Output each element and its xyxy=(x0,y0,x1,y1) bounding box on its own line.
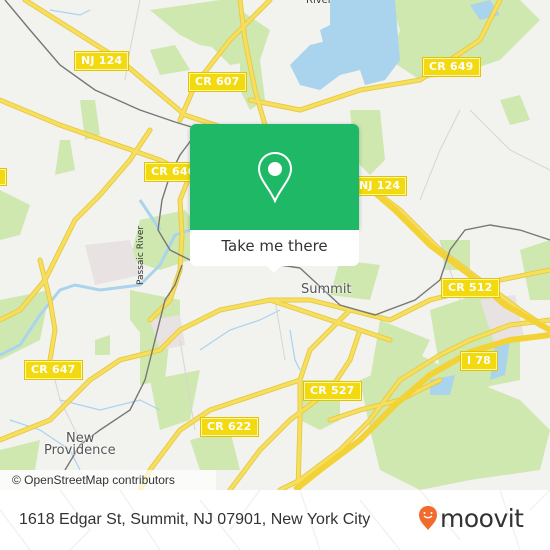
address-text: 1618 Edgar St, Summit, NJ 07901, New Yor… xyxy=(19,511,371,528)
place-label-river: River xyxy=(306,0,332,6)
popup-pointer xyxy=(265,264,283,273)
road-shield-cr512: CR 512 xyxy=(441,278,500,298)
take-me-there-button[interactable]: Take me there xyxy=(190,230,359,266)
place-label-summit: Summit xyxy=(301,282,352,297)
road-shield-cr622: CR 622 xyxy=(200,417,259,437)
moovit-logo[interactable]: moovit xyxy=(418,503,524,533)
road-shield-nj124-east: NJ 124 xyxy=(351,176,408,196)
road-shield-cr649: CR 649 xyxy=(422,57,481,77)
moovit-pin-icon xyxy=(419,506,437,530)
place-label-new-providence-2: Providence xyxy=(44,443,116,458)
road-shield-cr647: CR 647 xyxy=(24,360,83,380)
road-shield-cr607: CR 607 xyxy=(188,72,247,92)
road-shield-cr527: CR 527 xyxy=(303,381,362,401)
moovit-wordmark: moovit xyxy=(440,503,524,533)
water-label-passaic-river: Passaic River xyxy=(136,225,146,285)
map-attribution[interactable]: © OpenStreetMap contributors xyxy=(0,470,216,490)
popup-header xyxy=(190,124,359,230)
footer-bar: 1618 Edgar St, Summit, NJ 07901, New Yor… xyxy=(0,490,550,550)
map-view[interactable]: NJ 124 CR 607 CR 649 CR 646 NJ 124 CR 51… xyxy=(0,0,550,490)
location-pin-icon xyxy=(257,151,292,203)
road-shield-i78: I 78 xyxy=(459,351,499,371)
location-popup: Take me there xyxy=(190,124,359,273)
road-shield-nj124: NJ 124 xyxy=(73,51,130,71)
road-shield-partial xyxy=(0,168,7,186)
